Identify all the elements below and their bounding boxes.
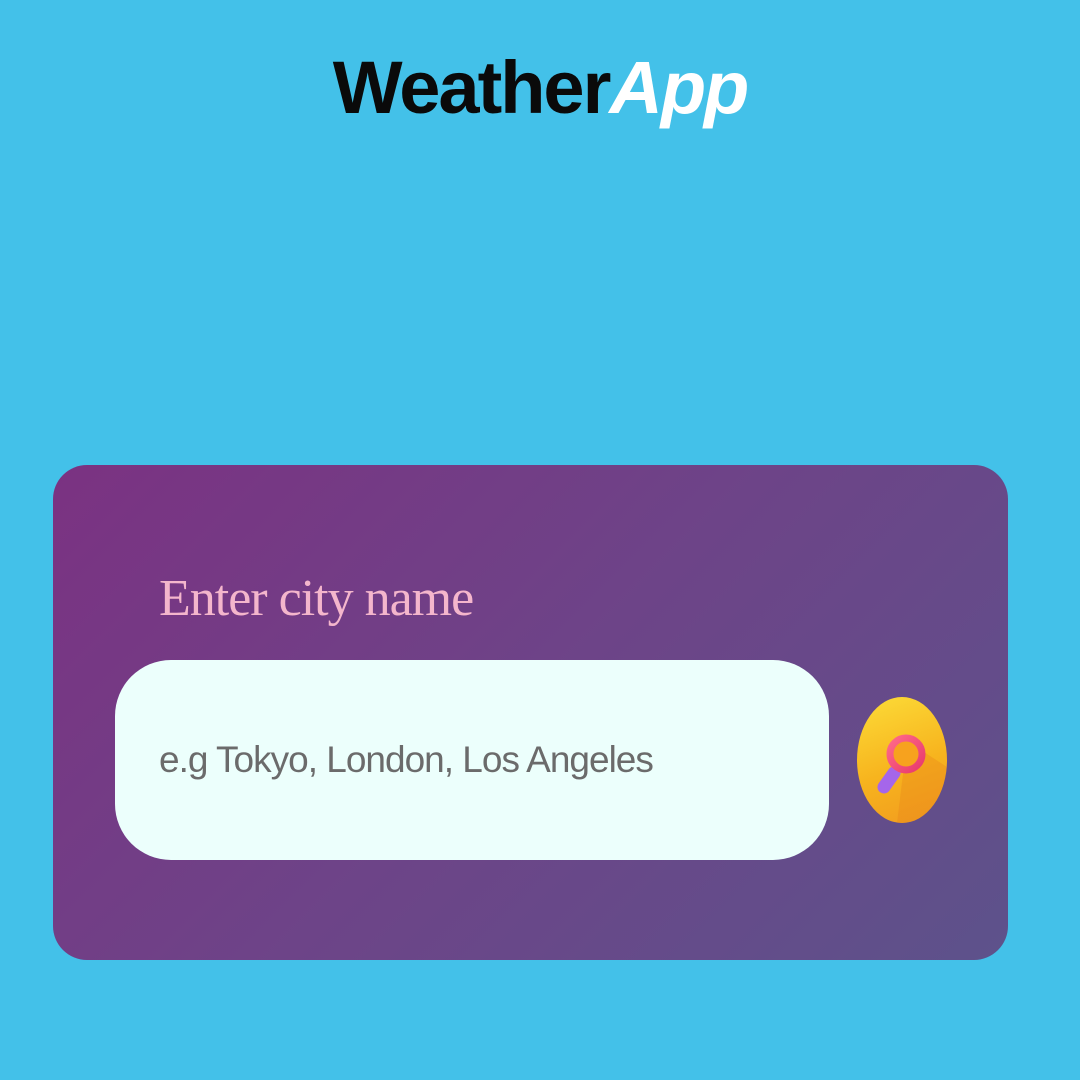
app-title-main: Weather <box>332 46 612 129</box>
search-icon <box>877 734 947 823</box>
city-search-input[interactable] <box>115 660 829 860</box>
app-title-accent: App <box>609 46 749 129</box>
search-card: Enter city name <box>53 465 1008 960</box>
city-label: Enter city name <box>159 570 474 627</box>
app-title: WeatherApp <box>0 48 1080 128</box>
search-button[interactable] <box>857 697 947 823</box>
